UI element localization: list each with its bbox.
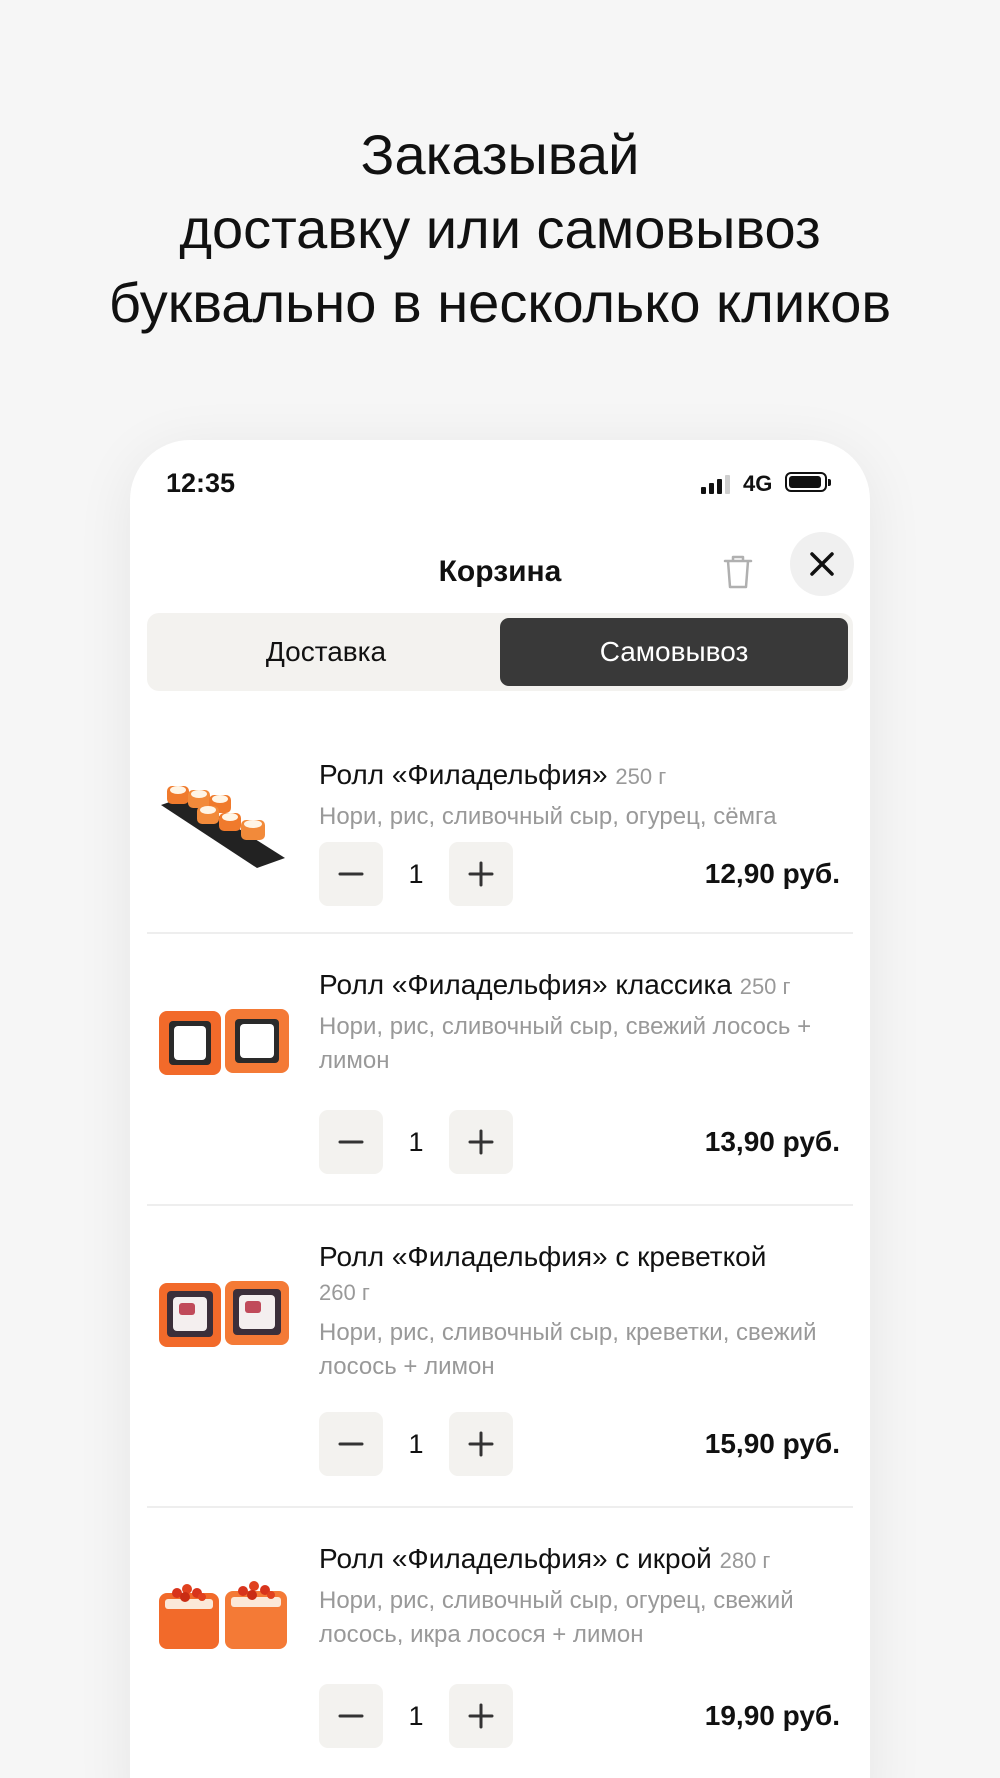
- cart-item: Ролл «Филадельфия» с креветкой 260 г Нори…: [147, 1206, 853, 1508]
- tab-pickup[interactable]: Самовывоз: [500, 618, 848, 686]
- quantity-value: 1: [408, 1429, 424, 1459]
- close-button[interactable]: [790, 532, 854, 596]
- plus-icon: [468, 861, 494, 887]
- minus-icon: [338, 1140, 364, 1144]
- network-type: 4G: [743, 471, 773, 496]
- increase-button[interactable]: [449, 842, 513, 906]
- item-weight: 250 г: [739, 974, 791, 999]
- delivery-mode-switch: Доставка Самовывоз: [147, 613, 853, 691]
- phone-screen: 12:35 4G Корзина Доставка Самовывоз Ролл…: [130, 440, 870, 1778]
- item-price: 19,90 руб.: [704, 1700, 840, 1731]
- quantity-stepper: 1: [319, 1684, 513, 1748]
- item-name: Ролл «Филадельфия» классика: [319, 969, 732, 1000]
- quantity-value: 1: [408, 859, 424, 889]
- item-weight: 280 г: [719, 1548, 771, 1573]
- trash-icon[interactable]: [714, 548, 762, 596]
- battery-icon: [785, 472, 831, 492]
- item-description: Нори, рис, сливочный сыр, огурец, сёмга: [319, 803, 777, 830]
- quantity-stepper: 1: [319, 1412, 513, 1476]
- product-image: [159, 1009, 289, 1075]
- increase-button[interactable]: [449, 1684, 513, 1748]
- quantity-stepper: 1: [319, 1110, 513, 1174]
- item-name: Ролл «Филадельфия» с креветкой: [319, 1241, 767, 1272]
- item-weight: 260 г: [319, 1280, 370, 1305]
- item-info: Ролл «Филадельфия» с креветкой 260 г Нори…: [319, 1240, 843, 1384]
- quantity-stepper: 1: [319, 842, 513, 906]
- item-name: Ролл «Филадельфия» с икрой: [319, 1543, 712, 1574]
- close-icon: [810, 552, 834, 576]
- tab-delivery[interactable]: Доставка: [152, 618, 500, 686]
- signal-icon: [701, 474, 730, 494]
- plus-icon: [468, 1129, 494, 1155]
- minus-icon: [338, 1442, 364, 1446]
- quantity-value: 1: [408, 1701, 424, 1731]
- product-image: [161, 786, 285, 868]
- item-info: Ролл «Филадельфия» 250 г Нори, рис, слив…: [319, 758, 843, 834]
- cart-item: Ролл «Филадельфия» 250 г Нори, рис, слив…: [147, 724, 853, 934]
- minus-icon: [338, 1714, 364, 1718]
- item-description: Нори, рис, сливочный сыр, креветки, свеж…: [319, 1319, 817, 1380]
- item-description: Нори, рис, сливочный сыр, свежий лосось …: [319, 1013, 812, 1074]
- item-info: Ролл «Филадельфия» классика 250 г Нори, …: [319, 968, 843, 1078]
- product-image: [159, 1281, 289, 1347]
- decrease-button[interactable]: [319, 1412, 383, 1476]
- plus-icon: [468, 1703, 494, 1729]
- item-price: 15,90 руб.: [704, 1428, 840, 1459]
- status-time: 12:35: [166, 468, 236, 498]
- cart-item: Ролл «Филадельфия» с икрой 280 г Нори, р…: [147, 1508, 853, 1778]
- status-bar: 12:35 4G: [130, 440, 870, 530]
- item-price: 13,90 руб.: [704, 1126, 840, 1157]
- cart-list: Ролл «Филадельфия» 250 г Нори, рис, слив…: [147, 724, 853, 1778]
- promo-headline: Заказывай доставку или самовывоз букваль…: [0, 118, 1000, 340]
- headline-line-1: Заказывай: [360, 123, 640, 186]
- increase-button[interactable]: [449, 1412, 513, 1476]
- increase-button[interactable]: [449, 1110, 513, 1174]
- item-description: Нори, рис, сливочный сыр, огурец, свежий…: [319, 1587, 794, 1648]
- decrease-button[interactable]: [319, 1110, 383, 1174]
- quantity-value: 1: [408, 1127, 424, 1157]
- decrease-button[interactable]: [319, 842, 383, 906]
- product-image: [159, 1581, 287, 1649]
- item-info: Ролл «Филадельфия» с икрой 280 г Нори, р…: [319, 1542, 843, 1652]
- headline-line-3: буквально в несколько кликов: [108, 271, 892, 334]
- plus-icon: [468, 1431, 494, 1457]
- minus-icon: [338, 872, 364, 876]
- item-weight: 250 г: [615, 764, 667, 789]
- headline-line-2: доставку или самовывоз: [179, 197, 821, 260]
- item-price: 12,90 руб.: [704, 858, 840, 889]
- cart-item: Ролл «Филадельфия» классика 250 г Нори, …: [147, 934, 853, 1206]
- decrease-button[interactable]: [319, 1684, 383, 1748]
- item-name: Ролл «Филадельфия»: [319, 759, 608, 790]
